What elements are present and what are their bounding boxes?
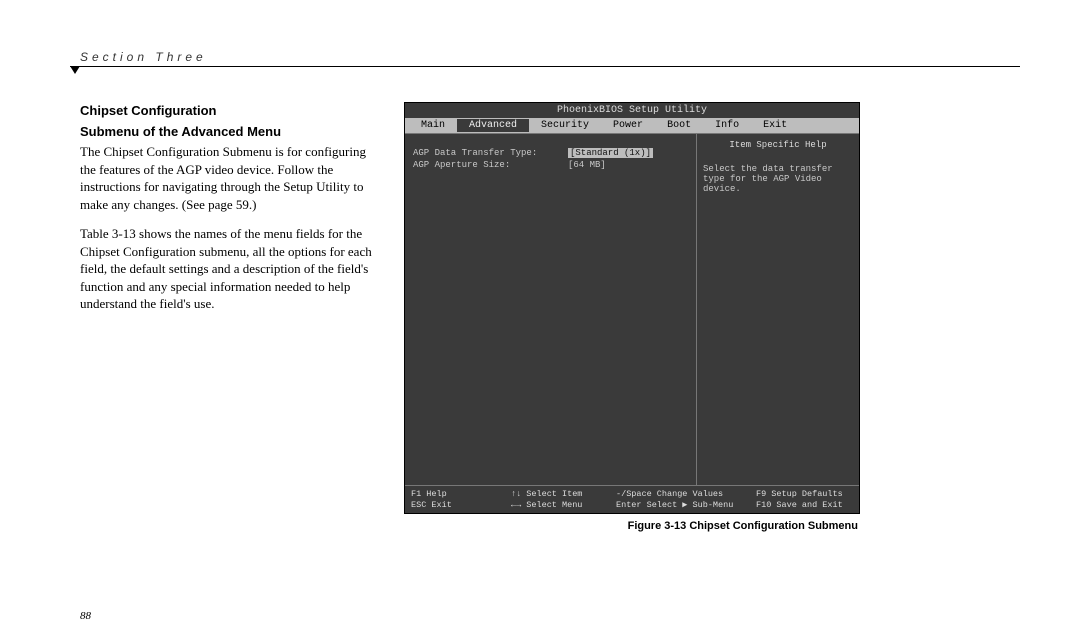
bios-main-panel: AGP Data Transfer Type: [Standard (1x)] … [405,134,697,485]
bios-row-value-selected: [Standard (1x)] [568,148,653,158]
bios-row-label: AGP Aperture Size: [413,160,568,170]
bios-key-exit: ESC Exit [411,500,511,510]
bios-key-menu: ←→ Select Menu [511,500,616,510]
body-text-column: Chipset Configuration Submenu of the Adv… [80,102,380,325]
bios-help-panel: Item Specific Help Select the data trans… [697,134,859,485]
bios-screenshot: PhoenixBIOS Setup Utility Main Advanced … [404,102,860,514]
bios-help-title: Item Specific Help [703,140,853,150]
bios-tab-info: Info [703,119,751,132]
bios-key-help: F1 Help [411,489,511,499]
bios-key-def: F9 Setup Defaults [756,489,856,499]
bios-key-item: ↑↓ Select Item [511,489,616,499]
bios-tab-advanced: Advanced [457,119,529,132]
heading-line2: Submenu of the Advanced Menu [80,123,380,141]
bios-row-value: [64 MB] [568,160,606,170]
bios-row-label: AGP Data Transfer Type: [413,148,568,158]
bios-menubar: Main Advanced Security Power Boot Info E… [405,118,859,133]
bios-tab-main: Main [409,119,457,132]
bios-key-change: -/Space Change Values [616,489,756,499]
bios-row: AGP Aperture Size: [64 MB] [413,160,688,170]
page-number: 88 [80,610,91,622]
bios-footer: F1 Help ↑↓ Select Item -/Space Change Va… [405,485,859,513]
bios-title: PhoenixBIOS Setup Utility [405,103,859,118]
bios-tab-exit: Exit [751,119,799,132]
bios-key-save: F10 Save and Exit [756,500,856,510]
bios-key-sub: Enter Select ▶ Sub-Menu [616,500,756,510]
bios-tab-boot: Boot [655,119,703,132]
header-rule [80,66,1020,72]
bios-tab-security: Security [529,119,601,132]
bios-help-text: Select the data transfer type for the AG… [703,164,853,194]
bios-tab-power: Power [601,119,655,132]
paragraph-1: The Chipset Configuration Submenu is for… [80,143,380,213]
paragraph-2: Table 3-13 shows the names of the menu f… [80,225,380,313]
bios-row: AGP Data Transfer Type: [Standard (1x)] [413,148,688,158]
figure-caption: Figure 3-13 Chipset Configuration Submen… [404,520,858,532]
section-header: Section Three [80,50,1020,64]
heading-line1: Chipset Configuration [80,102,380,120]
